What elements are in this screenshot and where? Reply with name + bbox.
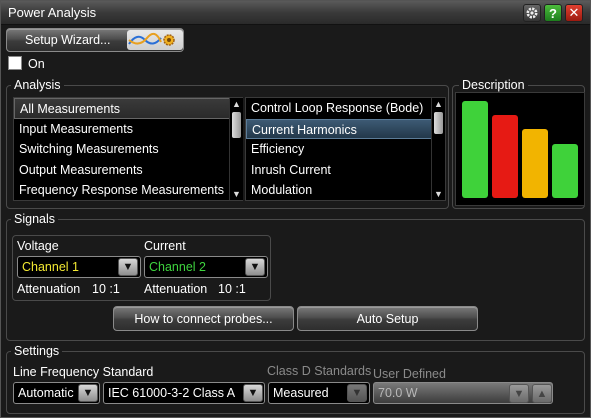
auto-setup-button[interactable]: Auto Setup xyxy=(297,306,478,331)
scroll-thumb[interactable] xyxy=(232,112,241,138)
measurement-list-item[interactable]: Current Harmonics xyxy=(246,118,445,139)
line-frequency-label: Line Frequency Standard xyxy=(13,365,154,379)
auto-setup-label: Auto Setup xyxy=(356,311,419,326)
scroll-thumb[interactable] xyxy=(434,112,443,134)
voltage-label: Voltage xyxy=(17,239,59,253)
current-attenuation-value: 10 :1 xyxy=(218,282,246,296)
measurement-list[interactable]: Control Loop Response (Bode) Current Harm… xyxy=(245,97,446,201)
category-list-item[interactable]: Output Measurements xyxy=(14,160,242,181)
on-label: On xyxy=(28,57,45,71)
voltage-attenuation-label: Attenuation xyxy=(17,282,81,296)
measurement-list-item[interactable]: Inrush Current xyxy=(246,160,445,181)
decrement-icon[interactable]: ▼ xyxy=(509,384,529,403)
setup-wizard-label: Setup Wizard... xyxy=(25,33,111,47)
current-label: Current xyxy=(144,239,186,253)
description-graphic xyxy=(455,92,585,206)
category-list-item[interactable]: All Measurements xyxy=(14,98,242,119)
user-defined-value: 70.0 W xyxy=(378,386,418,400)
scroll-down-icon[interactable]: ▼ xyxy=(432,188,445,200)
help-icon[interactable]: ? xyxy=(544,4,562,22)
window-title: Power Analysis xyxy=(8,5,97,20)
description-bar xyxy=(552,144,578,198)
chevron-down-icon[interactable]: ▼ xyxy=(118,258,138,276)
settings-group-label: Settings xyxy=(11,344,63,358)
measurement-list-item[interactable]: Efficiency xyxy=(246,139,445,160)
power-analysis-window: Power Analysis ? ✕ Setup Wizard... On An… xyxy=(0,0,591,418)
title-bar[interactable]: Power Analysis ? ✕ xyxy=(1,1,590,25)
class-d-value: Measured xyxy=(273,386,329,400)
measurement-list-item[interactable]: Control Loop Response (Bode) xyxy=(246,98,445,119)
line-frequency-value: Automatic xyxy=(18,386,74,400)
wizard-icon xyxy=(127,30,183,50)
voltage-channel-select[interactable]: Channel 1 ▼ xyxy=(17,256,141,278)
chevron-down-icon[interactable]: ▼ xyxy=(245,258,265,276)
standard-value: IEC 61000-3-2 Class A xyxy=(108,386,236,400)
close-icon[interactable]: ✕ xyxy=(565,4,583,22)
measurement-list-item[interactable]: Modulation xyxy=(246,180,445,200)
standard-select[interactable]: IEC 61000-3-2 Class A ▼ xyxy=(103,382,265,404)
scroll-down-icon[interactable]: ▼ xyxy=(230,188,243,200)
category-list-item[interactable]: Switching Measurements xyxy=(14,139,242,160)
measurement-scrollbar[interactable]: ▲ ▼ xyxy=(431,98,445,200)
analysis-group-label: Analysis xyxy=(11,78,64,92)
chevron-down-icon[interactable]: ▼ xyxy=(78,384,98,402)
current-channel-value: Channel 2 xyxy=(149,260,206,274)
category-list[interactable]: All Measurements Input Measurements Switch… xyxy=(13,97,243,201)
increment-icon[interactable]: ▲ xyxy=(532,384,552,403)
current-attenuation-label: Attenuation xyxy=(144,282,208,296)
chevron-down-icon[interactable]: ▼ xyxy=(243,384,263,402)
signals-group-label: Signals xyxy=(11,212,58,226)
category-list-item[interactable]: Input Measurements xyxy=(14,119,242,140)
class-d-select[interactable]: Measured ▼ xyxy=(268,382,370,404)
description-bar xyxy=(492,115,518,198)
user-defined-label: User Defined xyxy=(373,367,446,381)
how-to-connect-probes-label: How to connect probes... xyxy=(134,311,273,326)
on-checkbox[interactable] xyxy=(8,56,22,70)
gear-icon[interactable] xyxy=(523,4,541,22)
chevron-down-icon[interactable]: ▼ xyxy=(347,384,367,402)
class-d-label: Class D Standards xyxy=(267,364,372,378)
voltage-channel-value: Channel 1 xyxy=(22,260,79,274)
line-frequency-select[interactable]: Automatic ▼ xyxy=(13,382,100,404)
scroll-up-icon[interactable]: ▲ xyxy=(432,98,445,110)
setup-wizard-button[interactable]: Setup Wizard... xyxy=(6,28,184,52)
voltage-attenuation-value: 10 :1 xyxy=(92,282,120,296)
how-to-connect-probes-button[interactable]: How to connect probes... xyxy=(113,306,294,331)
category-scrollbar[interactable]: ▲ ▼ xyxy=(229,98,243,200)
scroll-up-icon[interactable]: ▲ xyxy=(230,98,243,110)
description-bar xyxy=(522,129,548,198)
current-channel-select[interactable]: Channel 2 ▼ xyxy=(144,256,268,278)
description-bar xyxy=(462,101,488,198)
category-list-item[interactable]: Frequency Response Measurements xyxy=(14,180,242,200)
description-label: Description xyxy=(459,78,528,92)
